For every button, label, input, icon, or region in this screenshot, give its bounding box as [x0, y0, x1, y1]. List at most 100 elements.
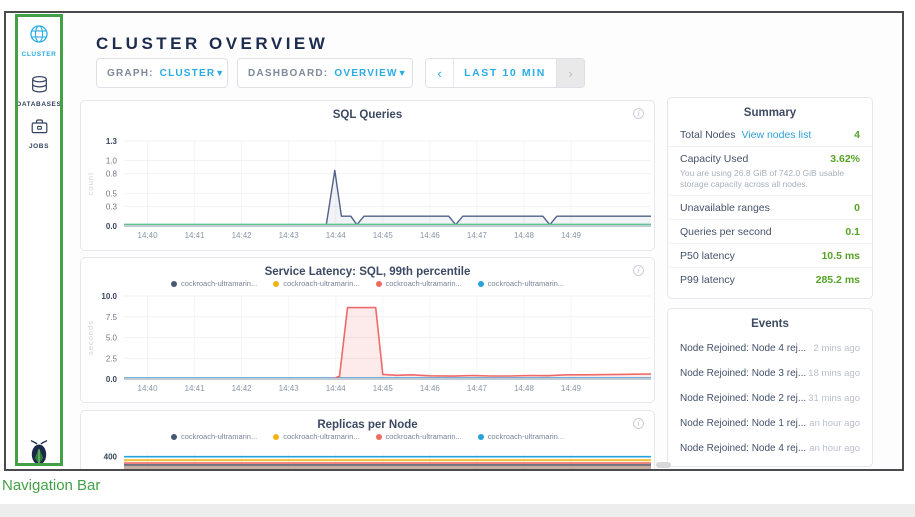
page: CLUSTER DATABASES [0, 0, 915, 517]
summary-value: 0.1 [845, 226, 860, 238]
svg-text:14:43: 14:43 [279, 384, 300, 393]
svg-text:14:43: 14:43 [279, 231, 300, 240]
event-time: 31 mins ago [808, 393, 860, 404]
briefcase-icon [30, 123, 49, 140]
svg-text:14:48: 14:48 [514, 384, 535, 393]
event-row[interactable]: Node Rejoined: Node 4 rej...an hour ago [668, 436, 872, 461]
time-range-selector: ‹ LAST 10 MIN › [425, 58, 585, 88]
event-time: an hour ago [809, 443, 860, 454]
event-message: Node Rejoined: Node 2 rej... [680, 393, 806, 404]
chart-plot: 40014:4014:4114:4214:4314:4414:4514:4614… [81, 411, 656, 471]
event-time: an hour ago [809, 418, 860, 429]
svg-text:count: count [86, 172, 95, 195]
svg-text:2.5: 2.5 [106, 354, 118, 363]
chevron-left-icon[interactable]: ‹ [426, 59, 454, 87]
summary-subtext: You are using 26.8 GiB of 742.0 GiB usab… [680, 165, 860, 190]
summary-title: Summary [668, 98, 872, 119]
bottom-strip [0, 504, 915, 517]
event-message: Node Rejoined: Node 3 rej... [680, 368, 806, 379]
chart-plot: 0.0 2.5 5.0 7.5 10.0 14:40 14:41 14:42 14:43 14:4… [81, 258, 656, 404]
summary-label: Total Nodes [680, 129, 735, 141]
svg-text:14:48: 14:48 [514, 231, 535, 240]
svg-text:14:42: 14:42 [232, 384, 253, 393]
svg-text:seconds: seconds [86, 320, 95, 355]
svg-text:1.0: 1.0 [106, 157, 118, 166]
svg-text:14:41: 14:41 [185, 231, 206, 240]
svg-text:14:44: 14:44 [326, 231, 347, 240]
sidebar-item-cluster[interactable]: CLUSTER [15, 24, 63, 58]
svg-text:14:40: 14:40 [138, 231, 159, 240]
summary-row: Queries per second 0.1 [668, 220, 872, 244]
sidebar-item-label: JOBS [15, 143, 63, 150]
chart-plot: 0.00.30.50.81.01.314:4014:4114:4214:4314… [81, 101, 656, 252]
dashboard-dropdown-label: DASHBOARD: [248, 68, 328, 79]
events-title: Events [668, 309, 872, 330]
app-window: CLUSTER DATABASES [4, 11, 904, 471]
dashboard-dropdown[interactable]: DASHBOARD: OVERVIEW ▼ [237, 58, 413, 88]
globe-icon [29, 31, 49, 48]
database-icon [30, 81, 49, 98]
summary-row: Capacity Used 3.62%You are using 26.8 GiB… [668, 147, 872, 196]
event-row[interactable]: Node Rejoined: Node 1 rej...an hour ago [668, 411, 872, 436]
dashboard-dropdown-value: OVERVIEW [334, 68, 397, 79]
summary-label: Unavailable ranges [680, 202, 770, 214]
svg-text:14:42: 14:42 [232, 231, 253, 240]
time-range-label[interactable]: LAST 10 MIN [454, 59, 556, 87]
chart-card-service-latency: Service Latency: SQL, 99th percentile i … [80, 257, 655, 403]
svg-text:14:41: 14:41 [185, 384, 206, 393]
summary-row: P50 latency10.5 ms [668, 244, 872, 268]
scrollbar-thumb[interactable] [656, 462, 671, 468]
graph-dropdown[interactable]: GRAPH: CLUSTER ▼ [96, 58, 228, 88]
svg-text:0.0: 0.0 [106, 222, 118, 231]
svg-text:10.0: 10.0 [101, 292, 117, 301]
svg-text:14:46: 14:46 [420, 231, 441, 240]
event-time: 2 mins ago [814, 343, 860, 354]
sidebar: CLUSTER DATABASES [6, 13, 68, 469]
summary-row: Unavailable ranges 0 [668, 196, 872, 220]
sidebar-item-jobs[interactable]: JOBS [15, 117, 63, 150]
svg-text:0.8: 0.8 [106, 170, 118, 179]
sidebar-item-label: CLUSTER [15, 51, 63, 58]
event-time: 18 mins ago [808, 368, 860, 379]
svg-text:14:44: 14:44 [326, 384, 347, 393]
events-panel: Events Node Rejoined: Node 4 rej... 2 min… [667, 308, 873, 467]
summary-label: Capacity Used [680, 153, 748, 165]
event-message: Node Rejoined: Node 4 rej... [680, 443, 806, 454]
svg-text:14:49: 14:49 [561, 231, 582, 240]
view-nodes-link[interactable]: View nodes list [741, 129, 811, 141]
chevron-down-icon: ▼ [398, 68, 407, 78]
svg-text:1.3: 1.3 [106, 137, 118, 146]
chevron-right-icon[interactable]: › [556, 59, 584, 87]
svg-text:14:49: 14:49 [561, 384, 582, 393]
sidebar-item-databases[interactable]: DATABASES [15, 75, 63, 108]
event-message: Node Rejoined: Node 1 rej... [680, 418, 806, 429]
annotation-label: Navigation Bar [2, 477, 100, 494]
svg-text:0.0: 0.0 [106, 375, 118, 384]
graph-dropdown-label: GRAPH: [107, 68, 154, 79]
summary-label: P50 latency [680, 250, 735, 262]
summary-value: 0 [854, 202, 860, 214]
summary-value: 285.2 ms [816, 274, 860, 286]
event-message: Node Rejoined: Node 4 rej... [680, 343, 806, 354]
summary-value: 4 [854, 129, 860, 141]
summary-row: Total Nodes View nodes list 4 [668, 123, 872, 147]
svg-text:14:40: 14:40 [138, 384, 159, 393]
svg-text:400: 400 [104, 453, 118, 462]
chart-card-sql-queries: SQL Queries i 0.00.30.50.81.01.314:4014:… [80, 100, 655, 251]
chevron-down-icon: ▼ [215, 68, 224, 78]
svg-text:14:46: 14:46 [420, 384, 441, 393]
chart-card-replicas-per-node: Replicas per Node i cockroach-ultramarin… [80, 410, 655, 471]
summary-row: P99 latency285.2 ms [668, 268, 872, 291]
event-row[interactable]: Node Rejoined: Node 4 rej... 2 mins ago [668, 336, 872, 361]
cockroach-logo-icon[interactable] [15, 439, 63, 471]
sidebar-item-label: DATABASES [15, 101, 63, 108]
graph-dropdown-value: CLUSTER [160, 68, 216, 79]
svg-text:5.0: 5.0 [106, 334, 118, 343]
summary-label: Queries per second [680, 226, 772, 238]
svg-text:14:45: 14:45 [373, 384, 394, 393]
svg-text:0.3: 0.3 [106, 202, 118, 211]
event-row[interactable]: Node Rejoined: Node 2 rej...31 mins ago [668, 386, 872, 411]
svg-text:7.5: 7.5 [106, 313, 118, 322]
event-row[interactable]: Node Rejoined: Node 3 rej...18 mins ago [668, 361, 872, 386]
summary-value: 3.62% [830, 153, 860, 165]
